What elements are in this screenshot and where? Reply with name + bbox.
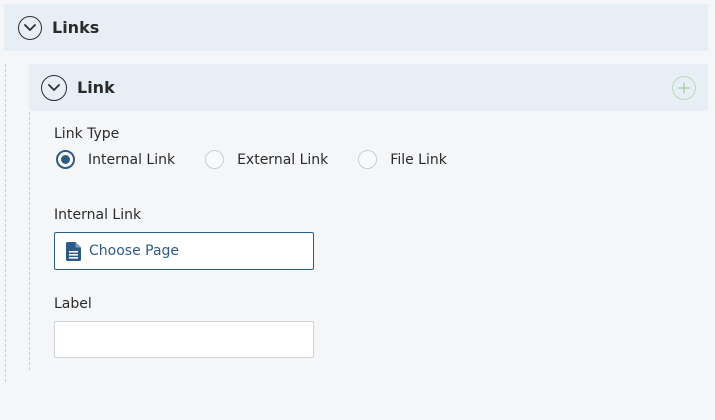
- document-icon: [66, 241, 81, 261]
- chevron-down-icon: [48, 83, 60, 91]
- radio-file-link[interactable]: File Link: [358, 150, 447, 169]
- radio-button-checked[interactable]: [56, 150, 75, 169]
- link-type-radio-group: Internal Link External Link File Link: [56, 150, 477, 169]
- radio-button[interactable]: [205, 150, 225, 169]
- link-collapse-button[interactable]: [41, 74, 67, 101]
- choose-page-button[interactable]: Choose Page: [54, 232, 314, 270]
- radio-button[interactable]: [358, 150, 378, 169]
- radio-external-link[interactable]: External Link: [205, 150, 328, 169]
- radio-internal-link[interactable]: Internal Link: [56, 150, 175, 169]
- radio-label: File Link: [390, 151, 447, 168]
- links-section-title: Links: [52, 18, 100, 37]
- label-field-label: Label: [54, 296, 92, 312]
- plus-icon: [678, 82, 690, 94]
- label-input[interactable]: [54, 321, 314, 358]
- chevron-down-icon: [24, 23, 36, 31]
- item-guide-line: [29, 112, 30, 370]
- internal-link-label: Internal Link: [54, 207, 142, 223]
- links-section-header: Links: [4, 4, 708, 51]
- link-item-header: Link: [29, 64, 708, 111]
- link-item-title: Link: [77, 78, 115, 97]
- radio-label: Internal Link: [88, 151, 176, 168]
- radio-label: External Link: [237, 151, 329, 168]
- add-link-button[interactable]: [672, 76, 696, 100]
- section-guide-line: [5, 64, 6, 382]
- links-collapse-button[interactable]: [18, 15, 42, 40]
- choose-page-label: Choose Page: [89, 243, 180, 259]
- link-type-label: Link Type: [54, 126, 120, 142]
